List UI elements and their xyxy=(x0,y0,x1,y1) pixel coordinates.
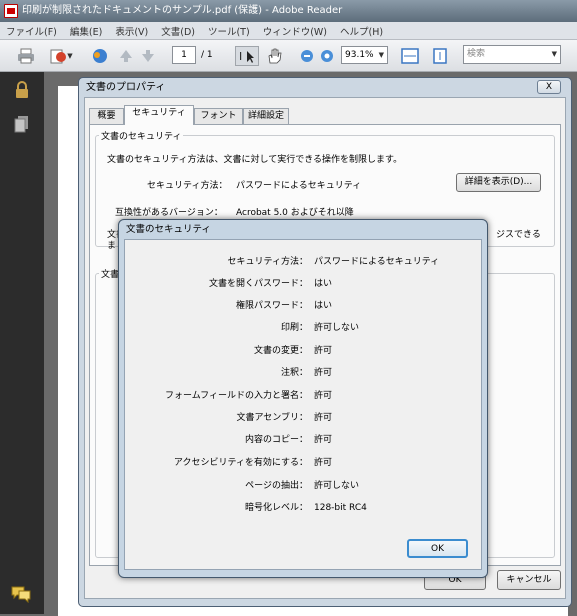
print-icon[interactable] xyxy=(14,46,38,66)
dialog-title: 文書のプロパティ xyxy=(86,82,166,93)
menu-tools[interactable]: ツール(T) xyxy=(208,24,250,38)
dialog-ok-button[interactable]: OK xyxy=(407,539,468,558)
security-row: 注釈： 許可 xyxy=(124,362,482,384)
menu-bar: ファイル(F) 編集(E) 表示(V) 文書(D) ツール(T) ウィンドウ(W… xyxy=(0,22,577,40)
row-value: 許可 xyxy=(314,346,333,356)
row-label: 注釈： xyxy=(280,368,308,378)
menu-view[interactable]: 表示(V) xyxy=(115,24,148,38)
row-label: 内容のコピー： xyxy=(244,435,308,445)
zoom-out-icon[interactable] xyxy=(298,46,316,66)
tab-advanced[interactable]: 詳細設定 xyxy=(243,108,289,124)
security-row: 文書の変更： 許可 xyxy=(124,340,482,362)
compat-value: Acrobat 5.0 およびそれ以降 xyxy=(236,208,354,218)
hand-tool-icon[interactable] xyxy=(262,46,286,66)
row-label: セキュリティ方法： xyxy=(227,257,308,267)
search-placeholder: 検索 xyxy=(467,49,486,59)
tab-fonts[interactable]: フォント xyxy=(194,108,243,124)
row-label: フォームフィールドの入力と署名： xyxy=(164,391,308,401)
compat-label: 互換性があるバージョン： xyxy=(115,208,223,218)
row-label: 文書アセンブリ： xyxy=(236,413,308,423)
row-value: はい xyxy=(314,279,333,289)
row-value: 許可 xyxy=(314,435,333,445)
next-page-icon[interactable] xyxy=(140,46,156,66)
row-label: ページの抽出： xyxy=(245,481,308,491)
search-input[interactable]: 検索 ▼ xyxy=(463,45,561,64)
window-title: 印刷が制限されたドキュメントのサンプル.pdf (保護) - Adobe Rea… xyxy=(22,5,343,16)
cancel-button[interactable]: キャンセル xyxy=(497,570,561,590)
menu-help[interactable]: ヘルプ(H) xyxy=(340,24,383,38)
select-tool-icon[interactable]: I xyxy=(235,46,259,66)
security-row: 文書を開くパスワード： はい xyxy=(124,273,482,295)
zoom-in-icon[interactable] xyxy=(318,46,336,66)
tab-security[interactable]: セキュリティ xyxy=(124,105,194,125)
row-value: パスワードによるセキュリティ xyxy=(314,257,440,267)
chevron-down-icon: ▼ xyxy=(378,51,384,59)
group-label: 文書のセキュリティ xyxy=(99,129,184,142)
row-value: 許可しない xyxy=(314,481,360,491)
window-titlebar: 印刷が制限されたドキュメントのサンプル.pdf (保護) - Adobe Rea… xyxy=(0,0,577,22)
row-value: はい xyxy=(314,301,333,311)
menu-window[interactable]: ウィンドウ(W) xyxy=(263,24,327,38)
tab-summary[interactable]: 概要 xyxy=(89,108,124,124)
row-value: 許可 xyxy=(314,413,333,423)
row-label: 暗号化レベル： xyxy=(244,503,308,513)
security-row: 権限パスワード： はい xyxy=(124,295,482,317)
row-label: 文書の変更： xyxy=(253,346,308,356)
security-row: アクセシビリティを有効にする： 許可 xyxy=(124,452,482,474)
row-value: 許可しない xyxy=(314,323,360,333)
row-value: 許可 xyxy=(314,368,333,378)
zoom-select[interactable]: 93.1% ▼ xyxy=(341,46,388,64)
zoom-value: 93.1% xyxy=(345,50,374,60)
pdf-file-icon xyxy=(4,4,18,18)
obscured-text-right: ジスできる xyxy=(496,230,541,240)
row-value: 128-bit RC4 xyxy=(314,503,367,513)
method-value: パスワードによるセキュリティ xyxy=(236,181,362,191)
security-row: 暗号化レベル： 128-bit RC4 xyxy=(124,497,482,519)
obscured-text-2: ま xyxy=(107,241,117,251)
row-label: 印刷： xyxy=(280,323,308,333)
lock-icon[interactable] xyxy=(13,80,31,103)
security-row: フォームフィールドの入力と署名： 許可 xyxy=(124,385,482,407)
fit-page-icon[interactable] xyxy=(428,46,452,66)
row-label: アクセシビリティを有効にする： xyxy=(173,458,308,468)
dialog-title: 文書のセキュリティ xyxy=(126,224,211,235)
svg-text:I: I xyxy=(239,50,242,63)
security-row: ページの抽出： 許可しない xyxy=(124,475,482,497)
menu-document[interactable]: 文書(D) xyxy=(161,24,195,38)
method-label: セキュリティ方法： xyxy=(147,181,228,191)
page-number-input[interactable]: 1 xyxy=(172,46,196,64)
show-details-button[interactable]: 詳細を表示(D)... xyxy=(456,173,541,192)
row-label: 文書を開くパスワード： xyxy=(208,279,308,289)
row-label: 権限パスワード： xyxy=(235,301,308,311)
previous-page-icon[interactable] xyxy=(118,46,134,66)
security-row: 文書アセンブリ： 許可 xyxy=(124,407,482,429)
pages-icon[interactable] xyxy=(14,115,30,136)
row-value: 許可 xyxy=(314,458,333,468)
close-button[interactable]: X xyxy=(537,80,561,94)
row-value: 許可 xyxy=(314,391,333,401)
menu-edit[interactable]: 編集(E) xyxy=(70,24,102,38)
comment-icon[interactable] xyxy=(10,585,32,604)
page-total: / 1 xyxy=(201,50,213,60)
chevron-down-icon[interactable]: ▼ xyxy=(552,46,557,63)
security-row: セキュリティ方法： パスワードによるセキュリティ xyxy=(124,251,482,273)
security-description: 文書のセキュリティ方法は、文書に対して実行できる操作を制限します。 xyxy=(107,155,403,165)
menu-file[interactable]: ファイル(F) xyxy=(6,24,57,38)
fit-width-icon[interactable] xyxy=(396,46,424,66)
navigation-pane xyxy=(0,72,44,614)
security-row: 内容のコピー： 許可 xyxy=(124,429,482,451)
collaborate-icon[interactable] xyxy=(88,46,112,66)
security-row: 印刷： 許可しない xyxy=(124,317,482,339)
email-share-icon[interactable]: ▼ xyxy=(46,46,76,66)
